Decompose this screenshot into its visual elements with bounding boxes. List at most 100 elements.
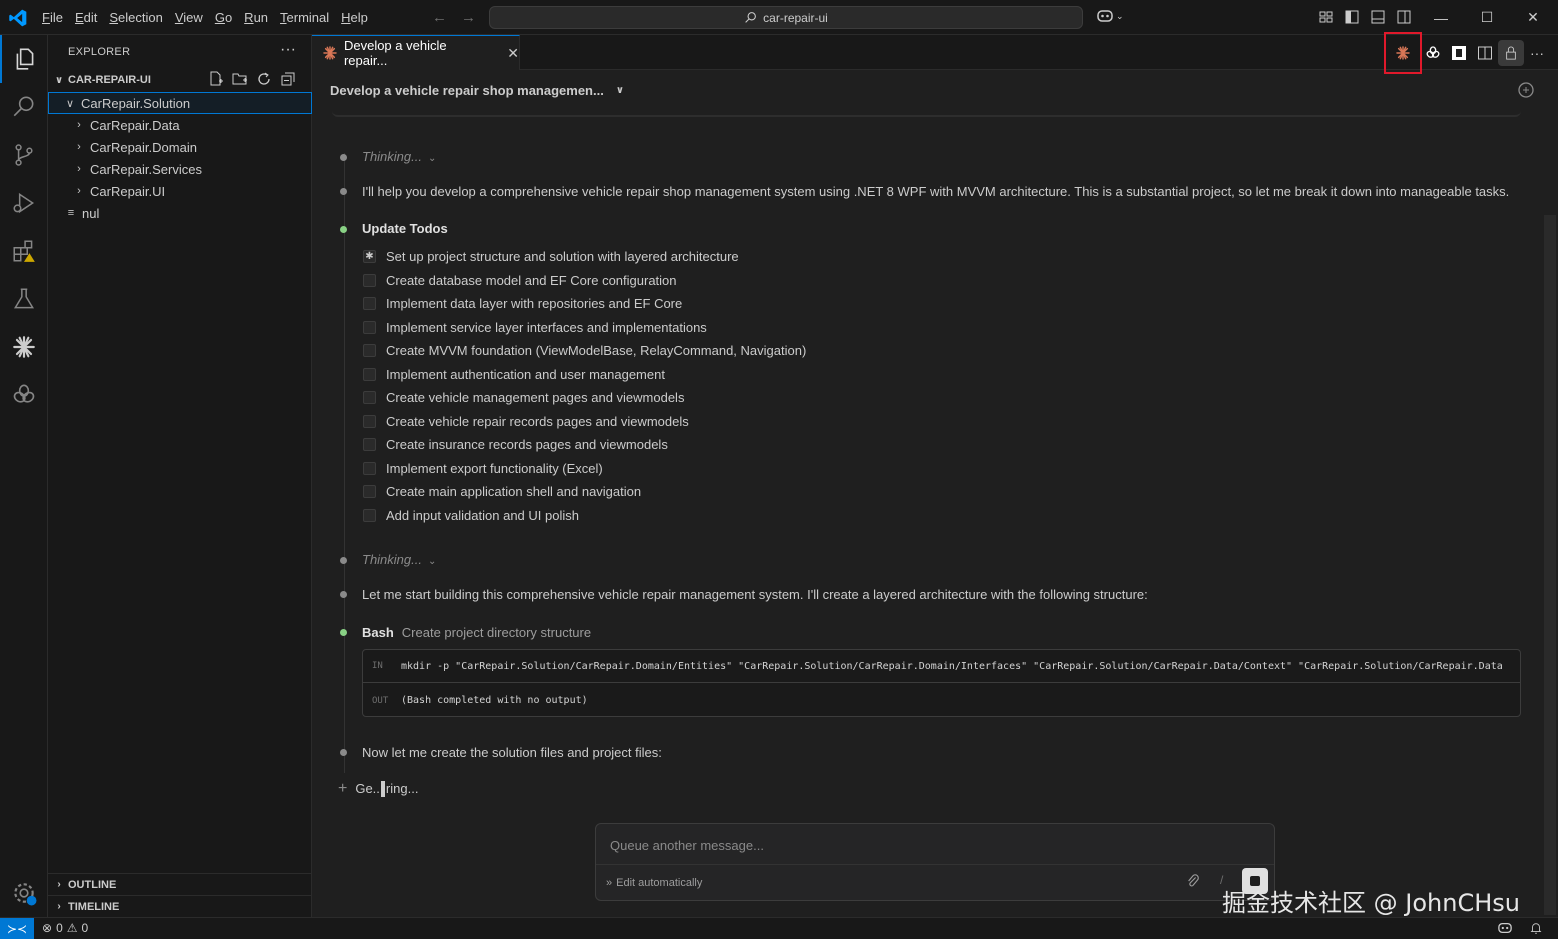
workspace-name: car-repair-ui	[763, 10, 828, 25]
bash-description: Create project directory structure	[401, 625, 592, 640]
working-indicator: + Ge.. ring...	[338, 780, 418, 798]
todo-item: Implement export functionality (Excel)	[363, 461, 603, 476]
todo-item: Create vehicle management pages and view…	[363, 390, 684, 405]
close-tab-icon[interactable]: ✕	[507, 45, 519, 62]
status-bar: ≻≺ ⊗ 0 ⚠ 0	[0, 917, 1558, 939]
menu-edit[interactable]: Edit	[69, 10, 103, 25]
collapse-all-icon[interactable]	[280, 71, 296, 87]
todo-label: Implement export functionality (Excel)	[386, 460, 603, 476]
edit-mode-toggle[interactable]: » Edit automatically	[606, 877, 702, 889]
maximize-icon[interactable]: ☐	[1464, 0, 1510, 35]
split-editor-icon	[1478, 46, 1492, 59]
menu-file[interactable]: File	[36, 10, 69, 25]
explorer-icon[interactable]	[0, 35, 48, 83]
menu-terminal[interactable]: Terminal	[274, 10, 335, 25]
todo-checkbox-icon	[363, 273, 376, 287]
timeline-section[interactable]: › TIMELINE	[48, 895, 312, 917]
manage-gear-icon[interactable]	[0, 869, 48, 917]
tree-item-domain[interactable]: › CarRepair.Domain	[48, 136, 312, 158]
openai-icon[interactable]	[0, 371, 48, 419]
tree-item-services[interactable]: › CarRepair.Services	[48, 158, 312, 180]
chevron-right-icon: ›	[57, 879, 61, 890]
chat-input-box[interactable]: Queue another message... » Edit automati…	[595, 823, 1275, 901]
new-folder-icon[interactable]	[232, 71, 248, 87]
split-editor-button[interactable]	[1472, 40, 1498, 66]
todo-item: Implement authentication and user manage…	[363, 367, 665, 382]
todo-item: Create MVVM foundation (ViewModelBase, R…	[363, 343, 806, 358]
more-actions-icon[interactable]: ···	[280, 41, 296, 59]
menu-help[interactable]: Help	[335, 10, 374, 25]
workspace-section-header[interactable]: ∨ CAR-REPAIR-UI	[48, 69, 312, 91]
todo-checkbox-icon	[363, 508, 376, 522]
attach-paperclip-icon[interactable]	[1186, 874, 1200, 888]
assistant-message: Let me start building this comprehensive…	[340, 586, 1148, 603]
layout-controls	[1318, 9, 1412, 25]
tab-claude-chat[interactable]: Develop a vehicle repair... ✕	[312, 35, 520, 70]
copilot-status-icon[interactable]	[1497, 921, 1513, 938]
todo-label: Create database model and EF Core config…	[386, 272, 677, 288]
menu-run[interactable]: Run	[238, 10, 274, 25]
tree-item-solution[interactable]: ∨ CarRepair.Solution	[48, 92, 312, 114]
more-actions-icon[interactable]: ···	[1524, 40, 1550, 66]
collapsed-previous-messages[interactable]	[332, 109, 1521, 117]
thinking-item[interactable]: Thinking... ⌄	[340, 552, 436, 567]
tree-item-nul[interactable]: ≡ nul	[48, 202, 312, 224]
menu-selection[interactable]: Selection	[103, 10, 168, 25]
square-frame-icon	[1452, 45, 1466, 60]
chevron-down-icon: ⌄	[427, 153, 437, 164]
lock-icon	[1506, 46, 1516, 60]
claude-code-icon[interactable]	[0, 323, 48, 371]
todo-label: Set up project structure and solution wi…	[386, 249, 739, 264]
claude-code-button[interactable]	[1384, 31, 1422, 74]
todo-checkbox-icon	[363, 414, 376, 428]
bash-in-tag: IN	[372, 661, 383, 671]
outline-section[interactable]: › OUTLINE	[48, 873, 312, 895]
back-arrow-icon[interactable]: ←	[432, 9, 447, 26]
new-chat-icon[interactable]	[1517, 81, 1535, 99]
refresh-icon[interactable]	[256, 71, 272, 87]
timeline-connector	[344, 153, 345, 773]
remote-indicator-icon[interactable]: ≻≺	[0, 918, 34, 939]
timeline-dot-success	[340, 226, 347, 233]
chat-session-header[interactable]: Develop a vehicle repair shop managemen.…	[330, 83, 624, 98]
vscode-logo-icon	[9, 9, 27, 27]
testing-icon[interactable]	[0, 275, 48, 323]
minimize-icon[interactable]: —	[1418, 0, 1464, 35]
forward-arrow-icon[interactable]: →	[461, 9, 476, 26]
problems-indicator[interactable]: ⊗ 0 ⚠ 0	[42, 921, 88, 935]
chat-input-placeholder[interactable]: Queue another message...	[610, 838, 764, 853]
customize-layout-icon[interactable]	[1318, 9, 1334, 25]
file-lines-icon: ≡	[67, 207, 75, 219]
todo-checkbox-icon	[363, 438, 376, 451]
command-center-search[interactable]: car-repair-ui	[489, 6, 1083, 29]
toggle-secondary-sidebar-icon[interactable]	[1396, 9, 1412, 25]
extensions-icon[interactable]	[0, 227, 48, 275]
close-window-icon[interactable]: ✕	[1510, 0, 1556, 35]
working-text: Ge.. ring...	[355, 780, 419, 798]
notifications-bell-icon[interactable]	[1529, 921, 1543, 938]
openai-button[interactable]	[1420, 40, 1446, 66]
todo-item: Implement service layer interfaces and i…	[363, 320, 707, 335]
run-debug-icon[interactable]	[0, 179, 48, 227]
fast-forward-icon: »	[606, 877, 613, 889]
message-text: I'll help you develop a comprehensive ve…	[362, 184, 1510, 199]
menu-go[interactable]: Go	[209, 10, 238, 25]
thinking-item[interactable]: Thinking... ⌄	[340, 149, 436, 164]
timeline-dot	[340, 591, 347, 598]
new-file-icon[interactable]	[208, 71, 224, 87]
in-progress-checkbox-icon: ✱	[363, 250, 376, 263]
toggle-panel-icon[interactable]	[1370, 9, 1386, 25]
tree-item-data[interactable]: › CarRepair.Data	[48, 114, 312, 136]
chevron-right-icon: ›	[77, 163, 81, 175]
source-control-icon[interactable]	[0, 131, 48, 179]
menu-view[interactable]: View	[169, 10, 209, 25]
toggle-primary-sidebar-icon[interactable]	[1344, 9, 1360, 25]
agent-button[interactable]	[1446, 40, 1472, 66]
vertical-scrollbar[interactable]	[1544, 215, 1556, 915]
tree-item-ui[interactable]: › CarRepair.UI	[48, 180, 312, 202]
search-icon[interactable]	[0, 83, 48, 131]
todo-checkbox-icon	[363, 367, 376, 381]
explorer-title: EXPLORER	[68, 46, 131, 58]
lock-group-button[interactable]	[1498, 39, 1524, 66]
copilot-menu[interactable]: ⌄	[1096, 8, 1124, 24]
